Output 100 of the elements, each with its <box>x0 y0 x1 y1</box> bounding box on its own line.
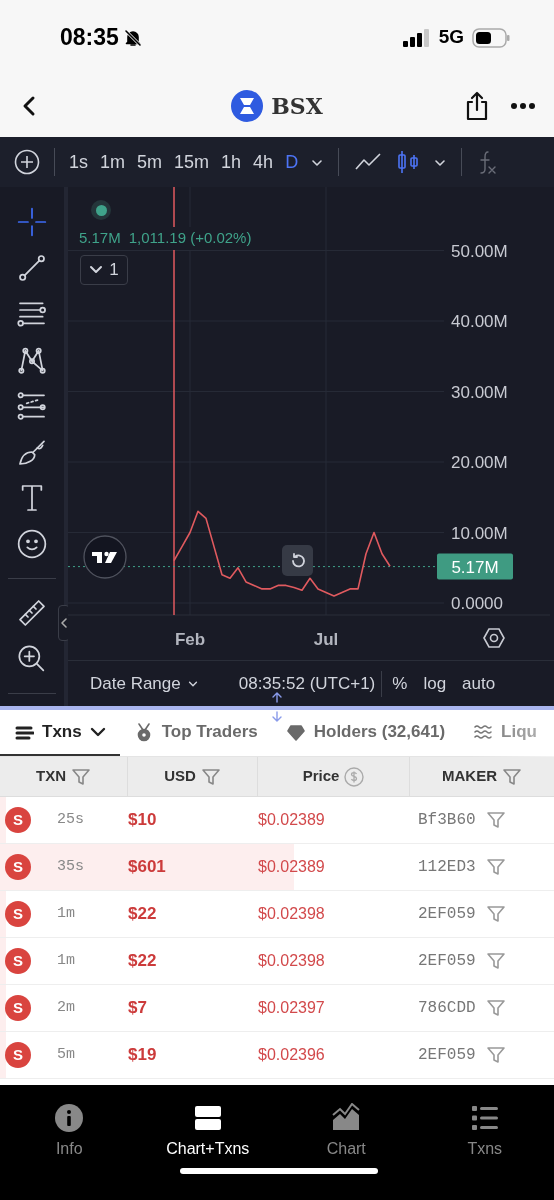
scale-option-button[interactable]: log <box>419 670 451 697</box>
list-icon <box>469 1103 500 1133</box>
area-chart-icon <box>331 1103 362 1133</box>
trend-line-icon <box>16 252 48 284</box>
reset-button[interactable] <box>282 545 313 576</box>
axis-label: 10.00M <box>451 523 508 543</box>
price-text: $0.02398 <box>258 951 325 971</box>
split-view-icon <box>192 1103 223 1133</box>
chevron-down-icon <box>89 726 106 738</box>
indicator-toggle[interactable]: 1 <box>80 255 128 285</box>
axis-label: 30.00M <box>451 382 508 402</box>
status-dot <box>91 200 111 220</box>
network-label: 5G <box>438 25 464 50</box>
interval-button[interactable]: 15m <box>168 153 216 171</box>
date-range-button[interactable]: Date Range <box>86 670 203 697</box>
smiley-icon <box>16 528 48 560</box>
filter-icon[interactable] <box>71 766 91 787</box>
side-badge: S <box>5 807 31 833</box>
last-price-label: 5.17M <box>437 553 513 580</box>
price-text: $0.02397 <box>258 998 325 1018</box>
interval-button[interactable]: 1s <box>63 153 94 171</box>
signal-icon <box>402 28 431 47</box>
maker-address[interactable]: 786CDD <box>418 996 476 1020</box>
price-text: $0.02389 <box>258 810 325 830</box>
axis-label: Feb <box>174 630 206 649</box>
price-text: $0.02396 <box>258 1045 325 1065</box>
side-badge: S <box>5 901 31 927</box>
diamond-icon <box>285 722 306 742</box>
age-text: 25s <box>57 809 84 830</box>
chevron-left-icon <box>60 617 68 629</box>
time-label: 08:35:52 (UTC+1) <box>238 672 376 695</box>
interval-button[interactable]: 4h <box>247 153 280 171</box>
scale-option-button[interactable]: auto <box>458 670 500 697</box>
age-text: 2m <box>57 997 75 1018</box>
nav-tab[interactable]: Chart+Txns <box>166 1103 250 1165</box>
axis-label: 20.00M <box>451 453 508 472</box>
nav-tab[interactable]: Txns <box>467 1103 503 1165</box>
side-badge: S <box>5 948 31 974</box>
chevron-down-icon <box>89 265 104 275</box>
tab[interactable]: Holders (32,641) <box>271 710 460 756</box>
maker-address[interactable]: 2EF059 <box>418 1043 476 1067</box>
column-header: MAKER <box>442 766 497 787</box>
scale-option-button[interactable]: % <box>388 670 412 697</box>
legend-value: 1,011.19 (+0.02%) <box>128 227 252 250</box>
age-text: 1m <box>57 950 75 971</box>
waves-icon <box>473 722 494 742</box>
more-button[interactable] <box>508 100 538 112</box>
tab[interactable]: Top Traders <box>119 710 272 756</box>
axis-label: 0.0000 <box>451 594 503 613</box>
info-icon <box>54 1103 85 1133</box>
resize-handle-icon[interactable] <box>270 692 284 722</box>
filter-icon[interactable] <box>502 766 522 787</box>
nav-tab[interactable]: Chart <box>326 1103 366 1165</box>
interval-button[interactable]: 1m <box>94 153 132 171</box>
age-text: 5m <box>57 1044 75 1065</box>
share-icon <box>464 91 490 121</box>
more-icon <box>510 102 536 110</box>
usd-amount: $10 <box>128 809 157 832</box>
nav-tab[interactable]: Info <box>54 1103 85 1165</box>
age-text: 35s <box>57 856 84 877</box>
usd-amount: $19 <box>128 1044 157 1067</box>
filter-icon[interactable] <box>485 998 506 1018</box>
axis-label: 50.00M <box>451 241 508 261</box>
filter-icon[interactable] <box>485 1045 506 1065</box>
usd-amount: $7 <box>128 997 147 1020</box>
column-header: Price <box>302 766 340 787</box>
age-text: 1m <box>57 903 75 924</box>
page-title: BSX <box>271 91 323 121</box>
price-text: $0.02389 <box>258 857 325 877</box>
interval-button[interactable]: D <box>279 153 305 171</box>
battery-icon <box>472 27 510 48</box>
filter-icon[interactable] <box>485 810 506 830</box>
usd-amount: $601 <box>128 856 166 879</box>
logo-icon <box>83 535 127 579</box>
column-header: TXN <box>36 766 66 787</box>
maker-address[interactable]: 2EF059 <box>418 949 476 973</box>
maker-address[interactable]: 112ED3 <box>418 855 476 879</box>
interval-button[interactable]: 1h <box>215 153 248 171</box>
clock-time: 08:35 <box>60 23 119 53</box>
usd-amount: $22 <box>128 903 157 926</box>
filter-icon[interactable] <box>485 951 506 971</box>
add-icon <box>14 149 40 175</box>
filter-icon[interactable] <box>200 766 221 787</box>
interval-button[interactable]: 5m <box>131 153 169 171</box>
fibonacci-icon <box>16 390 48 422</box>
filter-icon[interactable] <box>485 857 506 877</box>
settings-icon[interactable] <box>483 628 505 648</box>
ruler-icon <box>16 597 48 629</box>
axis-label: 40.00M <box>451 312 508 331</box>
axis-label: Jul <box>313 630 339 649</box>
column-header: USD <box>164 766 196 787</box>
side-badge: S <box>5 1042 31 1068</box>
crosshair-icon <box>16 206 48 238</box>
maker-address[interactable]: 2EF059 <box>418 902 476 926</box>
maker-address[interactable]: Bf3B60 <box>418 808 476 832</box>
usd-amount: $22 <box>128 950 157 973</box>
price-text: $0.02398 <box>258 904 325 924</box>
filter-icon[interactable] <box>485 904 506 924</box>
side-badge: S <box>5 995 31 1021</box>
token-logo-icon <box>231 90 264 122</box>
